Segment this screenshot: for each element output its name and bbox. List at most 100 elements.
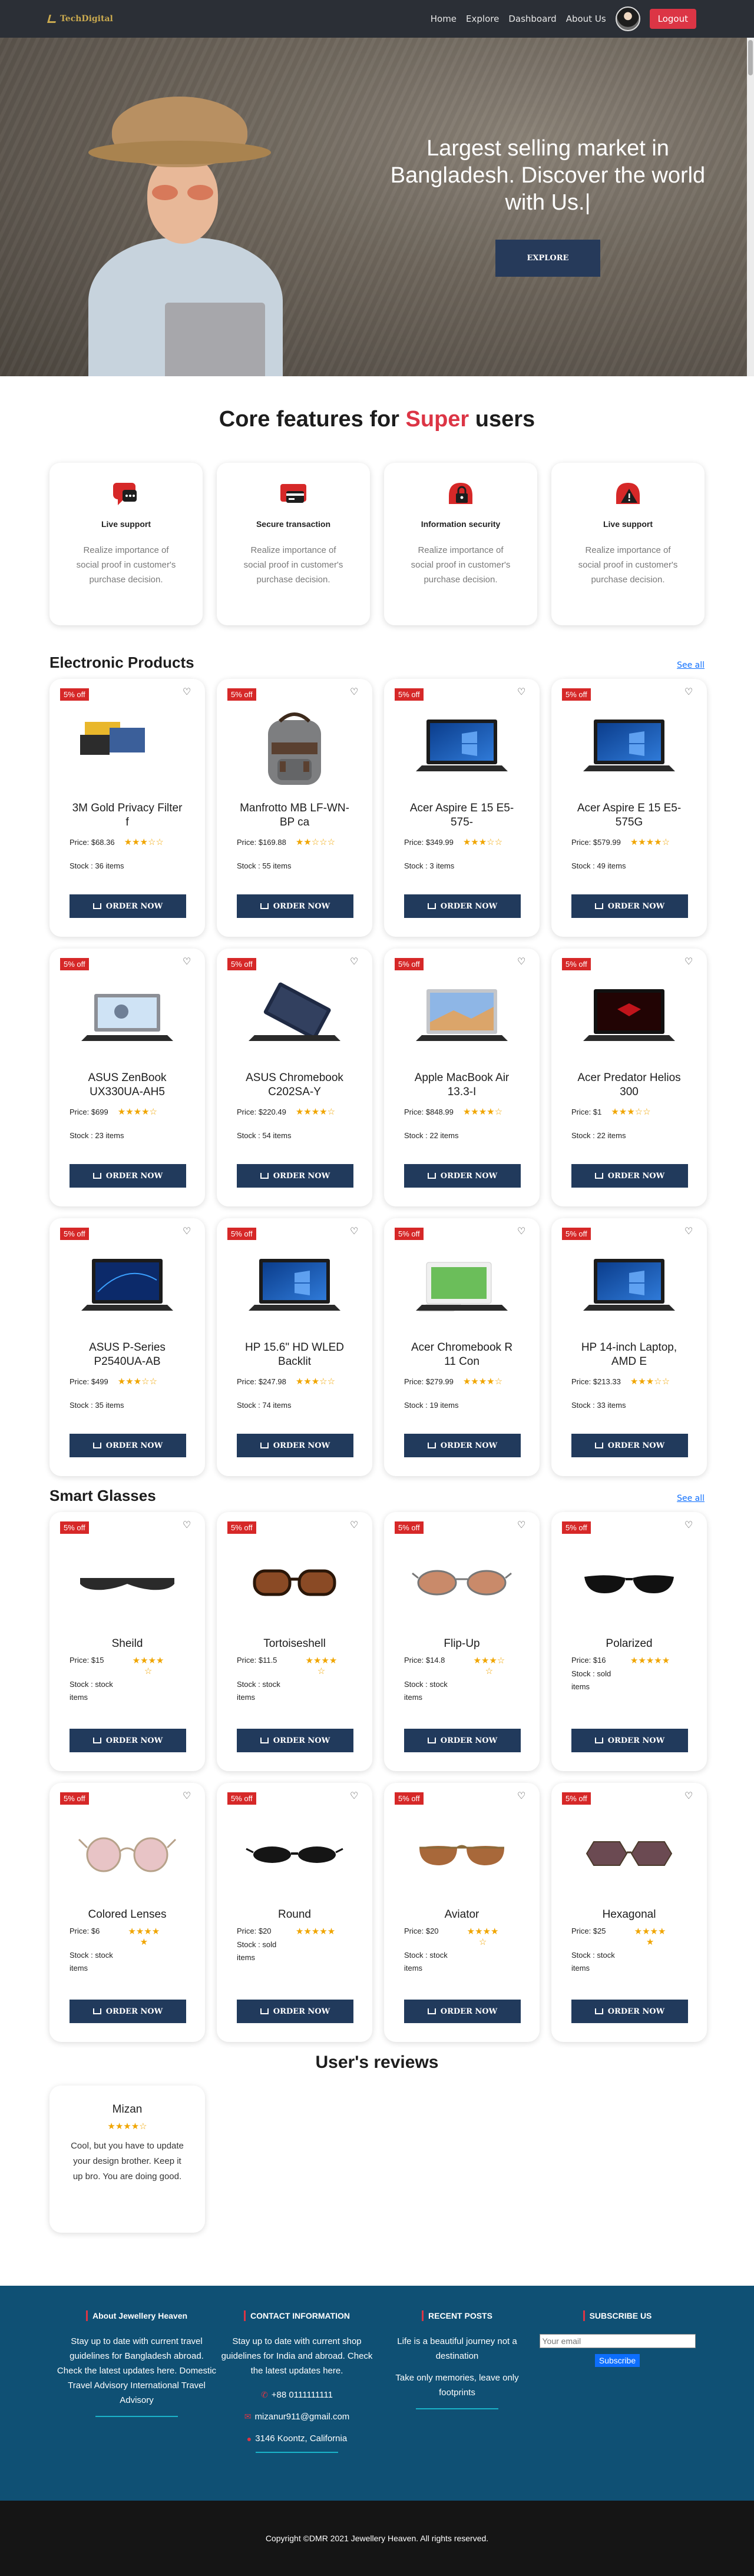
heart-icon[interactable]: ♡ bbox=[517, 1520, 527, 1530]
price-row: Price: $15 ★★★★ ☆ bbox=[70, 1656, 185, 1677]
heart-icon[interactable]: ♡ bbox=[183, 1520, 192, 1530]
feature-name: Information security bbox=[421, 519, 501, 529]
order-now-button[interactable]: ORDER NOW bbox=[571, 1434, 688, 1457]
heart-icon[interactable]: ♡ bbox=[183, 687, 192, 697]
product-card[interactable]: 5% off ♡ Apple MacBook Air 13.3-I Price: $8… bbox=[384, 949, 540, 1206]
heart-icon[interactable]: ♡ bbox=[350, 1520, 359, 1530]
product-card[interactable]: 5% off ♡ HP 14-inch Laptop, AMD E Price: $2… bbox=[551, 1218, 707, 1476]
order-now-button[interactable]: ORDER NOW bbox=[571, 1164, 688, 1188]
heart-icon[interactable]: ♡ bbox=[684, 687, 694, 697]
heart-icon[interactable]: ♡ bbox=[684, 1226, 694, 1236]
brand-icon bbox=[47, 15, 58, 23]
star-rating-icon: ★★☆☆☆ bbox=[295, 837, 336, 847]
chat-support-icon bbox=[111, 478, 141, 509]
heart-icon[interactable]: ♡ bbox=[350, 957, 359, 966]
heart-icon[interactable]: ♡ bbox=[684, 1791, 694, 1801]
product-card[interactable]: 5% off ♡ 3M Gold Privacy Filter f Price: $6… bbox=[49, 679, 205, 937]
product-image bbox=[404, 978, 520, 1060]
nav-link-explore[interactable]: Explore bbox=[466, 14, 499, 24]
product-stock: Stock : 22 items bbox=[404, 1131, 459, 1140]
product-stock: Stock : 55 items bbox=[237, 861, 292, 870]
product-price: Price: $1 bbox=[571, 1107, 602, 1116]
order-now-button[interactable]: ORDER NOW bbox=[404, 894, 521, 918]
order-now-button[interactable]: ORDER NOW bbox=[237, 894, 353, 918]
product-image bbox=[571, 708, 687, 791]
subscribe-button[interactable]: Subscribe bbox=[594, 2354, 640, 2367]
order-now-button[interactable]: ORDER NOW bbox=[404, 1164, 521, 1188]
heart-icon[interactable]: ♡ bbox=[517, 1791, 527, 1801]
product-card[interactable]: 5% off ♡ Aviator Price: $20 ★★★★ ☆ Stock : st… bbox=[384, 1783, 540, 2042]
heart-icon[interactable]: ♡ bbox=[183, 957, 192, 966]
heart-icon[interactable]: ♡ bbox=[684, 1520, 694, 1530]
heart-icon[interactable]: ♡ bbox=[517, 957, 527, 966]
product-card[interactable]: 5% off ♡ Hexagonal Price: $25 ★★★★ ★ Stock : … bbox=[551, 1783, 707, 2042]
heart-icon[interactable]: ♡ bbox=[350, 1226, 359, 1236]
product-card[interactable]: 5% off ♡ Acer Chromebook R 11 Con Price: $2… bbox=[384, 1218, 540, 1476]
discount-badge: 5% off bbox=[60, 958, 89, 970]
scrollbar[interactable] bbox=[747, 38, 754, 376]
order-now-button[interactable]: ORDER NOW bbox=[70, 894, 186, 918]
hero-image bbox=[71, 85, 318, 376]
product-card[interactable]: 5% off ♡ ASUS ZenBook UX330UA-AH5 Price: $6… bbox=[49, 949, 205, 1206]
product-card[interactable]: 5% off ♡ Sheild Price: $15 ★★★★ ☆ Stock : sto… bbox=[49, 1512, 205, 1771]
product-name: Hexagonal bbox=[602, 1908, 656, 1921]
footer-recent-post[interactable]: Life is a beautiful journey not a destin… bbox=[377, 2334, 537, 2363]
order-now-label: ORDER NOW bbox=[607, 2007, 665, 2016]
order-now-button[interactable]: ORDER NOW bbox=[70, 1434, 186, 1457]
explore-button[interactable]: EXPLORE bbox=[495, 240, 601, 277]
product-card[interactable]: 5% off ♡ Flip-Up Price: $14.8 ★★★☆ ☆ Stock : … bbox=[384, 1512, 540, 1771]
price-row: Price: $169.88 ★★☆☆☆ bbox=[237, 837, 352, 847]
heart-icon[interactable]: ♡ bbox=[684, 957, 694, 966]
product-card[interactable]: 5% off ♡ Tortoiseshell Price: $11.5 ★★★★ ☆ St… bbox=[217, 1512, 372, 1771]
order-now-button[interactable]: ORDER NOW bbox=[70, 1729, 186, 1752]
order-now-button[interactable]: ORDER NOW bbox=[237, 1434, 353, 1457]
order-now-button[interactable]: ORDER NOW bbox=[571, 894, 688, 918]
product-card[interactable]: 5% off ♡ HP 15.6" HD WLED Backlit Price: $2… bbox=[217, 1218, 372, 1476]
nav-link-about[interactable]: About Us bbox=[566, 14, 606, 24]
product-card[interactable]: 5% off ♡ ASUS Chromebook C202SA-Y Price: $2… bbox=[217, 949, 372, 1206]
heart-icon[interactable]: ♡ bbox=[517, 1226, 527, 1236]
order-now-button[interactable]: ORDER NOW bbox=[70, 2000, 186, 2023]
nav-link-dashboard[interactable]: Dashboard bbox=[508, 14, 556, 24]
product-card[interactable]: 5% off ♡ Manfrotto MB LF-WN-BP ca Price: $1… bbox=[217, 679, 372, 937]
heart-icon[interactable]: ♡ bbox=[517, 687, 527, 697]
heart-icon[interactable]: ♡ bbox=[350, 687, 359, 697]
scrollbar-thumb[interactable] bbox=[748, 40, 753, 75]
order-now-button[interactable]: ORDER NOW bbox=[571, 2000, 688, 2023]
glasses-see-all-link[interactable]: See all bbox=[677, 1494, 705, 1503]
avatar[interactable] bbox=[615, 6, 640, 31]
heart-icon[interactable]: ♡ bbox=[350, 1791, 359, 1801]
product-card[interactable]: 5% off ♡ Acer Predator Helios 300 Price: $1… bbox=[551, 949, 707, 1206]
product-image bbox=[404, 1812, 520, 1895]
heart-icon[interactable]: ♡ bbox=[183, 1791, 192, 1801]
nav-link-home[interactable]: Home bbox=[431, 14, 457, 24]
heart-icon[interactable]: ♡ bbox=[183, 1226, 192, 1236]
order-now-label: ORDER NOW bbox=[105, 1441, 163, 1450]
price-row: Price: $579.99 ★★★★☆ bbox=[571, 837, 687, 847]
electronics-see-all-link[interactable]: See all bbox=[677, 661, 705, 670]
product-name: ASUS Chromebook C202SA-Y bbox=[246, 1072, 343, 1098]
cart-icon bbox=[427, 1173, 436, 1179]
order-now-button[interactable]: ORDER NOW bbox=[70, 1164, 186, 1188]
order-now-button[interactable]: ORDER NOW bbox=[237, 1164, 353, 1188]
price-row: Price: $16 ★★★★★ bbox=[571, 1656, 687, 1666]
order-now-button[interactable]: ORDER NOW bbox=[404, 1434, 521, 1457]
order-now-button[interactable]: ORDER NOW bbox=[404, 2000, 521, 2023]
order-now-button[interactable]: ORDER NOW bbox=[404, 1729, 521, 1752]
footer-phone[interactable]: ✆ +88 0111111111 bbox=[217, 2390, 377, 2400]
order-now-button[interactable]: ORDER NOW bbox=[237, 2000, 353, 2023]
logout-button[interactable]: Logout bbox=[649, 9, 696, 29]
email-field[interactable] bbox=[539, 2334, 696, 2348]
footer-recent-post[interactable]: Take only memories, leave only footprint… bbox=[377, 2371, 537, 2400]
footer-email[interactable]: ✉ mizanur911@gmail.com bbox=[217, 2412, 377, 2422]
product-card[interactable]: 5% off ♡ Polarized Price: $16 ★★★★★ Stock : s… bbox=[551, 1512, 707, 1771]
product-card[interactable]: 5% off ♡ ASUS P-Series P2540UA-AB Price: $4… bbox=[49, 1218, 205, 1476]
order-now-button[interactable]: ORDER NOW bbox=[237, 1729, 353, 1752]
product-card[interactable]: 5% off ♡ Acer Aspire E 15 E5-575- Price: $3… bbox=[384, 679, 540, 937]
product-card[interactable]: 5% off ♡ Round Price: $20 ★★★★★ Stock : sold … bbox=[217, 1783, 372, 2042]
order-now-button[interactable]: ORDER NOW bbox=[571, 1729, 688, 1752]
product-card[interactable]: 5% off ♡ Colored Lenses Price: $6 ★★★★ ★ Stoc… bbox=[49, 1783, 205, 2042]
product-card[interactable]: 5% off ♡ Acer Aspire E 15 E5-575G Price: $5… bbox=[551, 679, 707, 937]
star-rating-icon: ★★★☆☆ bbox=[295, 1377, 336, 1387]
brand-logo[interactable]: TechDigital bbox=[47, 14, 113, 24]
